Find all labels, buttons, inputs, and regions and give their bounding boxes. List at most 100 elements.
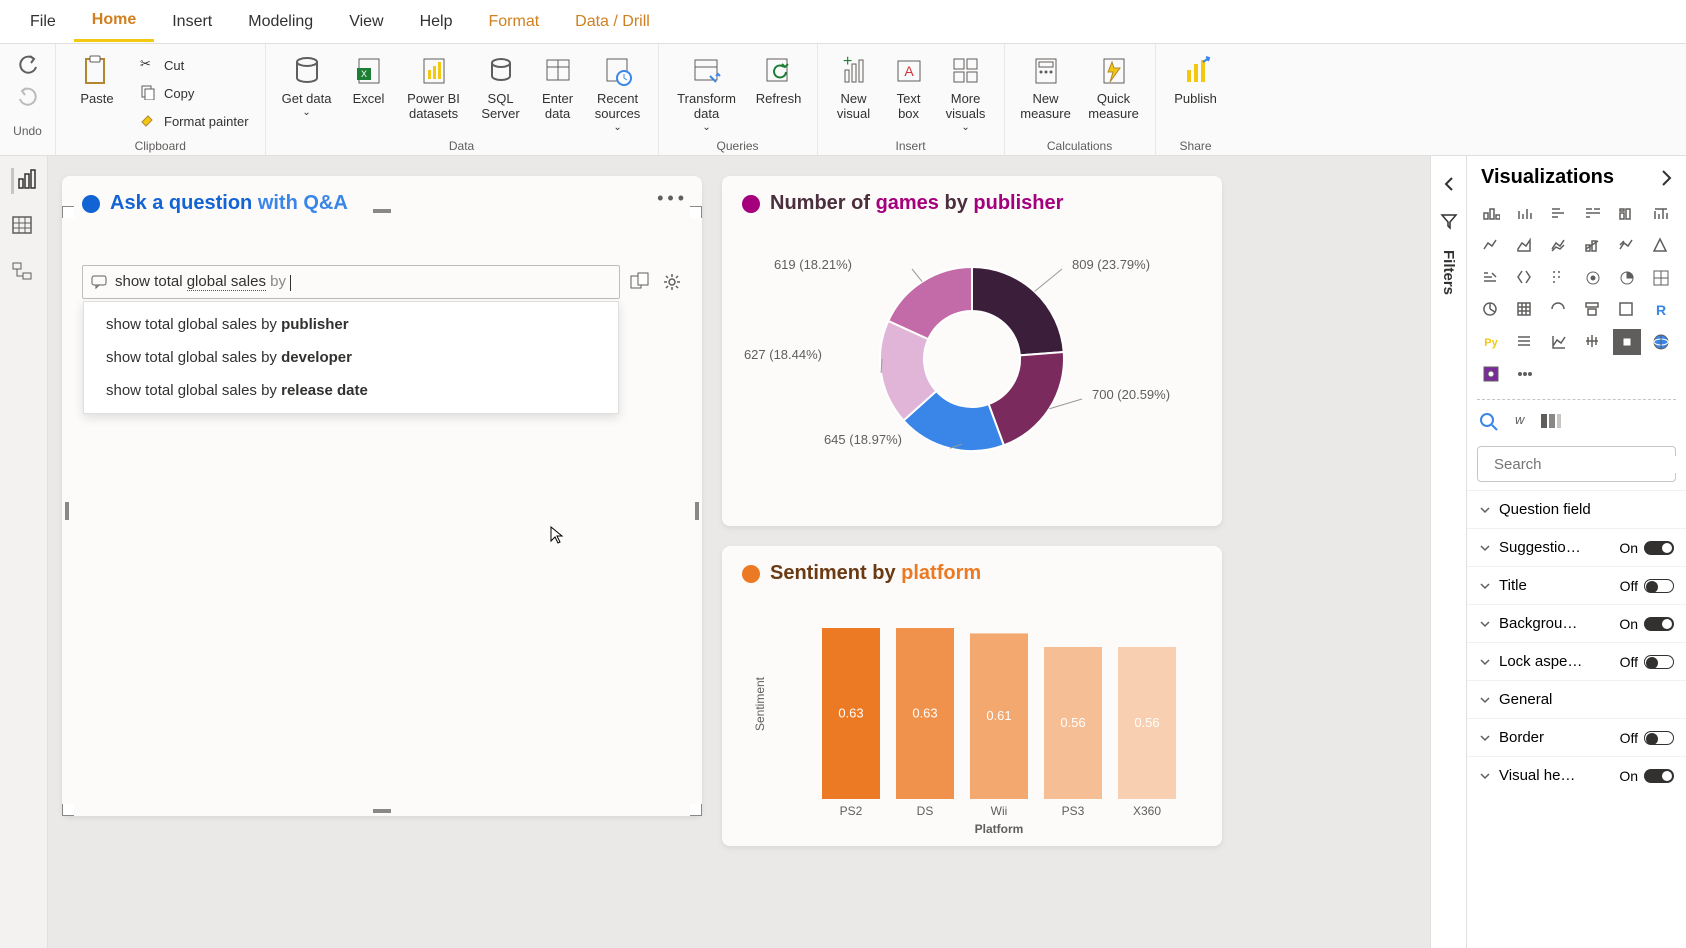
menu-format[interactable]: Format (470, 3, 557, 41)
viz-type-button[interactable] (1545, 297, 1573, 323)
new-visual-button[interactable]: +New visual (828, 50, 880, 138)
format-section-title[interactable]: TitleOff (1467, 566, 1686, 604)
viz-type-button[interactable] (1579, 297, 1607, 323)
viz-type-button[interactable] (1511, 297, 1539, 323)
cut-button[interactable]: ✂Cut (134, 52, 255, 78)
report-canvas[interactable]: ••• Ask a question with Q&A (48, 156, 1430, 948)
visual-menu-icon[interactable]: ••• (657, 188, 688, 209)
viz-type-button[interactable] (1477, 201, 1505, 227)
toggle-switch[interactable] (1644, 655, 1674, 669)
suggestion-item[interactable]: show total global sales by release date (84, 374, 618, 407)
chevron-right-icon[interactable] (1658, 169, 1676, 187)
resize-handle[interactable] (690, 206, 702, 218)
format-icon[interactable] (1540, 412, 1562, 430)
format-section-border[interactable]: BorderOff (1467, 718, 1686, 756)
viz-type-button[interactable] (1647, 201, 1675, 227)
viz-type-button[interactable] (1545, 329, 1573, 355)
viz-type-button[interactable]: Py (1477, 329, 1505, 355)
data-view-button[interactable] (11, 214, 37, 240)
viz-type-button[interactable] (1511, 329, 1539, 355)
report-view-button[interactable] (11, 168, 37, 194)
quick-measure-button[interactable]: Quick measure (1083, 50, 1145, 138)
donut-chart-visual[interactable]: Number of games by publisher 809 (23.79%… (722, 176, 1222, 526)
toggle-switch[interactable] (1644, 731, 1674, 745)
search-icon[interactable] (1479, 412, 1499, 432)
toggle-switch[interactable] (1644, 769, 1674, 783)
viz-type-button[interactable] (1613, 233, 1641, 259)
viz-type-button[interactable] (1477, 265, 1505, 291)
format-section-sugg[interactable]: Suggestio…On (1467, 528, 1686, 566)
viz-type-button[interactable] (1545, 265, 1573, 291)
format-section-general[interactable]: General (1467, 680, 1686, 718)
toggle-switch[interactable] (1644, 541, 1674, 555)
resize-handle[interactable] (65, 502, 69, 520)
chevron-left-icon[interactable] (1441, 176, 1457, 192)
viz-type-button[interactable] (1647, 233, 1675, 259)
viz-type-button[interactable] (1477, 297, 1505, 323)
viz-type-button[interactable]: R (1647, 297, 1675, 323)
toggle-switch[interactable] (1644, 579, 1674, 593)
resize-handle[interactable] (690, 804, 702, 816)
search-input[interactable] (1494, 456, 1686, 473)
viz-search[interactable] (1477, 446, 1676, 482)
viz-type-button[interactable] (1647, 265, 1675, 291)
menu-help[interactable]: Help (402, 3, 471, 41)
more-visuals-button[interactable]: More visuals⌄ (938, 50, 994, 138)
pbi-datasets-button[interactable]: Power BI datasets (400, 50, 468, 138)
resize-handle[interactable] (62, 206, 74, 218)
redo-button[interactable] (17, 86, 39, 108)
resize-handle[interactable] (695, 502, 699, 520)
menu-home[interactable]: Home (74, 1, 154, 42)
new-measure-button[interactable]: New measure (1015, 50, 1077, 138)
format-painter-button[interactable]: Format painter (134, 108, 255, 134)
viz-type-button[interactable] (1613, 201, 1641, 227)
viz-type-button[interactable] (1579, 201, 1607, 227)
viz-type-button[interactable] (1613, 329, 1641, 355)
undo-button[interactable] (17, 54, 39, 76)
copy-button[interactable]: Copy (134, 80, 255, 106)
qna-input[interactable]: show total global sales by show total gl… (82, 265, 620, 299)
format-section-vh[interactable]: Visual he…On (1467, 756, 1686, 794)
text-box-button[interactable]: AText box (886, 50, 932, 138)
filters-pane-collapsed[interactable]: Filters (1430, 156, 1466, 948)
format-section-question[interactable]: Question field (1467, 490, 1686, 528)
bar-chart-visual[interactable]: Sentiment by platform 0.63PS20.63DS0.61W… (722, 546, 1222, 846)
viz-type-button[interactable] (1647, 329, 1675, 355)
menu-modeling[interactable]: Modeling (230, 3, 331, 41)
toggle-switch[interactable] (1644, 617, 1674, 631)
viz-type-button[interactable] (1511, 233, 1539, 259)
excel-button[interactable]: XExcel (344, 50, 394, 138)
publish-button[interactable]: Publish (1166, 50, 1226, 138)
viz-type-button[interactable] (1477, 233, 1505, 259)
resize-handle[interactable] (373, 209, 391, 213)
resize-handle[interactable] (62, 804, 74, 816)
viz-type-button[interactable] (1579, 329, 1607, 355)
sql-server-button[interactable]: SQL Server (474, 50, 528, 138)
suggestion-item[interactable]: show total global sales by publisher (84, 308, 618, 341)
format-section-bg[interactable]: Backgrou…On (1467, 604, 1686, 642)
viz-type-button[interactable] (1511, 265, 1539, 291)
transform-data-button[interactable]: Transform data⌄ (669, 50, 745, 138)
enter-data-button[interactable]: Enter data (534, 50, 582, 138)
format-section-lock[interactable]: Lock aspe…Off (1467, 642, 1686, 680)
resize-handle[interactable] (373, 809, 391, 813)
menu-insert[interactable]: Insert (154, 3, 230, 41)
viz-type-button[interactable] (1545, 233, 1573, 259)
model-view-button[interactable] (11, 260, 37, 286)
viz-type-button[interactable] (1613, 265, 1641, 291)
viz-type-button[interactable] (1579, 265, 1607, 291)
paste-button[interactable]: Paste (66, 50, 128, 138)
refresh-button[interactable]: Refresh (751, 50, 807, 138)
recent-sources-button[interactable]: Recent sources⌄ (588, 50, 648, 138)
suggestion-item[interactable]: show total global sales by developer (84, 341, 618, 374)
viz-type-button[interactable] (1579, 233, 1607, 259)
viz-type-button[interactable] (1545, 201, 1573, 227)
viz-type-button[interactable] (1511, 201, 1539, 227)
fields-icon[interactable]: w (1515, 412, 1524, 432)
viz-type-button[interactable] (1477, 361, 1505, 387)
menu-datadrill[interactable]: Data / Drill (557, 3, 668, 41)
get-data-button[interactable]: Get data⌄ (276, 50, 338, 138)
menu-file[interactable]: File (12, 3, 74, 41)
menu-view[interactable]: View (331, 3, 401, 41)
viz-type-button[interactable] (1511, 361, 1539, 387)
